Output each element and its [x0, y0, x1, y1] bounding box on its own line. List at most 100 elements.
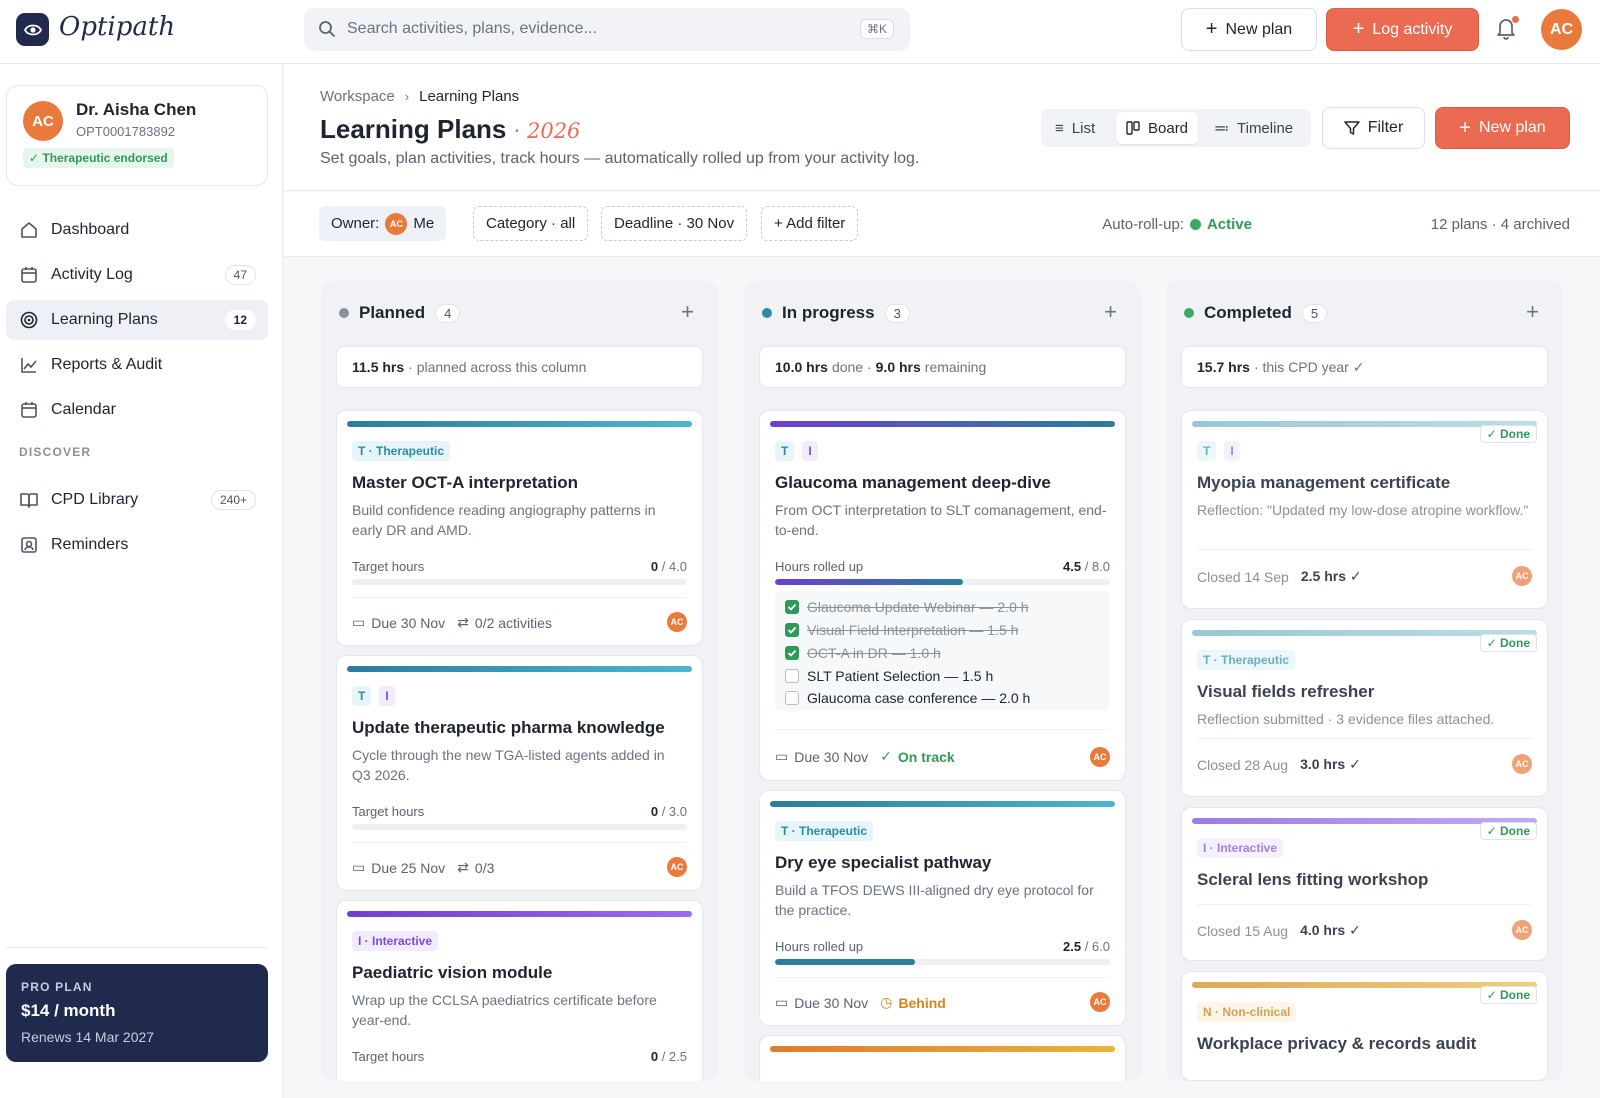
category-bar — [347, 911, 692, 917]
card-description: Reflection submitted · 3 evidence files … — [1197, 711, 1495, 727]
tag: N · Non-clinical — [1197, 1002, 1297, 1022]
plan-card[interactable]: T · Therapeutic Dry eye specialist pathw… — [759, 790, 1126, 1026]
closed-date: Closed 14 Sep — [1197, 568, 1289, 585]
owner-label: Owner: — [331, 215, 380, 232]
completed-card[interactable]: ✓ Done TI Myopia management certificate … — [1181, 410, 1548, 609]
new-plan-button[interactable]: + New plan — [1435, 107, 1570, 149]
view-board-button[interactable]: Board — [1116, 112, 1199, 144]
plus-icon: + — [1352, 18, 1365, 40]
pro-plan-price: $14 / month — [21, 1001, 116, 1020]
done-badge: ✓ Done — [1479, 634, 1537, 652]
auto-roll-up-status: Auto-roll-up: Active — [1102, 216, 1252, 233]
card-divider — [775, 977, 1110, 978]
search-input[interactable]: Search activities, plans, evidence... ⌘K — [304, 8, 910, 51]
plan-card[interactable]: TI Glaucoma management deep-dive From OC… — [759, 410, 1126, 781]
sidebar-item-dashboard[interactable]: Dashboard — [6, 210, 268, 250]
plan-card[interactable]: I · Interactive Paediatric vision module… — [336, 900, 703, 1081]
pro-plan-card[interactable]: PRO PLAN $14 / month Renews 14 Mar 2027 — [6, 964, 268, 1062]
progress-fill — [775, 959, 915, 965]
plans-count-badge: 12 — [224, 310, 256, 330]
summary-done-label: done · — [831, 359, 872, 375]
checklist-item[interactable]: SLT Patient Selection — 1.5 h — [785, 668, 993, 684]
card-divider — [352, 597, 687, 598]
tag: T · Therapeutic — [352, 441, 451, 461]
calendar-icon: ▭ — [775, 994, 789, 1010]
sidebar-item-cpd-library[interactable]: CPD Library 240+ — [6, 480, 268, 520]
plan-card[interactable]: TI Update therapeutic pharma knowledge C… — [336, 655, 703, 891]
plan-card[interactable]: T · Therapeutic Master OCT-A interpretat… — [336, 410, 703, 646]
breadcrumb-root[interactable]: Workspace — [320, 88, 395, 105]
checklist-item[interactable]: OCT-A in DR — 1.0 h — [785, 645, 941, 661]
checkbox-unchecked-icon[interactable] — [785, 669, 799, 683]
deadline-filter-chip[interactable]: Deadline · 30 Nov — [601, 206, 748, 241]
column-header: Planned 4 — [339, 303, 461, 323]
page-header: Workspace › Learning Plans Learning Plan… — [284, 64, 1600, 191]
owner-filter-chip[interactable]: Owner: AC Me — [319, 206, 447, 241]
add-filter-chip[interactable]: + Add filter — [761, 206, 859, 241]
breadcrumb-current: Learning Plans — [419, 88, 520, 105]
completed-card[interactable]: ✓ Done I · Interactive Scleral lens fitt… — [1181, 807, 1548, 961]
sidebar-item-reminders[interactable]: Reminders — [6, 525, 268, 565]
view-board-label: Board — [1148, 119, 1189, 137]
owner-avatar: AC — [1090, 747, 1110, 767]
card-title: Visual fields refresher — [1197, 682, 1375, 701]
calendar-icon — [21, 267, 37, 283]
card-tags: TI — [1197, 441, 1248, 461]
summary-hours-done: 10.0 hrs — [775, 359, 828, 375]
sidebar-item-learning-plans[interactable]: Learning Plans 12 — [6, 300, 268, 340]
completed-card[interactable]: ✓ Done N · Non-clinical Workplace privac… — [1181, 971, 1548, 1081]
sidebar-item-calendar[interactable]: Calendar — [6, 390, 268, 430]
view-list-button[interactable]: ≡ List — [1045, 112, 1105, 144]
tag: I · Interactive — [352, 931, 439, 951]
done-badge: ✓ Done — [1479, 986, 1537, 1004]
card-title: Master OCT-A interpretation — [352, 473, 579, 492]
filter-button[interactable]: Filter — [1322, 107, 1425, 149]
checklist-item[interactable]: Glaucoma case conference — 2.0 h — [785, 690, 1030, 706]
status-text: On track — [897, 748, 955, 765]
card-footer: Closed 28 Aug 3.0 hrs ✓ — [1197, 756, 1361, 773]
hours-value: 0 / 3.0 — [651, 804, 687, 819]
owner-value: Me — [413, 215, 435, 232]
checkbox-checked-icon[interactable] — [785, 623, 799, 637]
column-count: 3 — [884, 303, 910, 323]
view-timeline-button[interactable]: ≕ Timeline — [1204, 112, 1303, 144]
checkbox-checked-icon[interactable] — [785, 600, 799, 614]
tag: T — [775, 441, 795, 461]
hours-logged: 4.0 hrs ✓ — [1300, 922, 1361, 938]
completed-card[interactable]: ✓ Done T · Therapeutic Visual fields ref… — [1181, 619, 1548, 797]
sidebar-item-reports[interactable]: Reports & Audit — [6, 345, 268, 385]
card-title: Glaucoma management deep-dive — [775, 473, 1051, 492]
checkbox-checked-icon[interactable] — [785, 646, 799, 660]
hours-done: 0 — [650, 804, 659, 819]
add-card-plus-icon[interactable]: + — [1104, 299, 1117, 325]
checklist-item[interactable]: Glaucoma Update Webinar — 2.0 h — [785, 599, 1029, 615]
column-title: Completed — [1204, 303, 1292, 322]
view-timeline-label: Timeline — [1237, 119, 1294, 137]
card-divider — [1197, 549, 1532, 550]
category-bar — [770, 1046, 1115, 1052]
checkbox-unchecked-icon[interactable] — [785, 691, 799, 705]
add-card-plus-icon[interactable]: + — [1526, 299, 1539, 325]
sidebar-item-activity-log[interactable]: Activity Log 47 — [6, 255, 268, 295]
activity-count: 0/3 — [474, 859, 495, 876]
new-plan-button-top[interactable]: + New plan — [1181, 8, 1317, 51]
card-description: Wrap up the CCLSA paediatrics certificat… — [352, 992, 657, 1028]
log-activity-button[interactable]: + Log activity — [1326, 8, 1479, 51]
category-bar — [347, 421, 692, 427]
view-switcher: ≡ List Board ≕ Timeline — [1041, 109, 1311, 147]
user-avatar[interactable]: AC — [1541, 9, 1582, 50]
column-summary: 11.5 hrs · planned across this column — [336, 346, 703, 388]
card-tags: N · Non-clinical — [1197, 1002, 1304, 1022]
category-filter-chip[interactable]: Category · all — [473, 206, 589, 241]
auto-roll-up-value: Active — [1206, 216, 1252, 233]
notifications-bell-icon[interactable] — [1494, 15, 1519, 44]
add-card-plus-icon[interactable]: + — [681, 299, 694, 325]
chevron-right-icon: › — [404, 89, 410, 104]
checklist-item[interactable]: Visual Field Interpretation — 1.5 h — [785, 622, 1018, 638]
sidebar-item-label: Reports & Audit — [51, 356, 163, 373]
plan-card[interactable] — [759, 1035, 1126, 1081]
card-divider — [352, 842, 687, 843]
auto-roll-up-label: Auto-roll-up: — [1102, 216, 1184, 233]
page-subtitle: Set goals, plan activities, track hours … — [320, 150, 920, 167]
profile-card[interactable]: AC Dr. Aisha Chen OPT0001783892 ✓ Therap… — [6, 85, 268, 186]
